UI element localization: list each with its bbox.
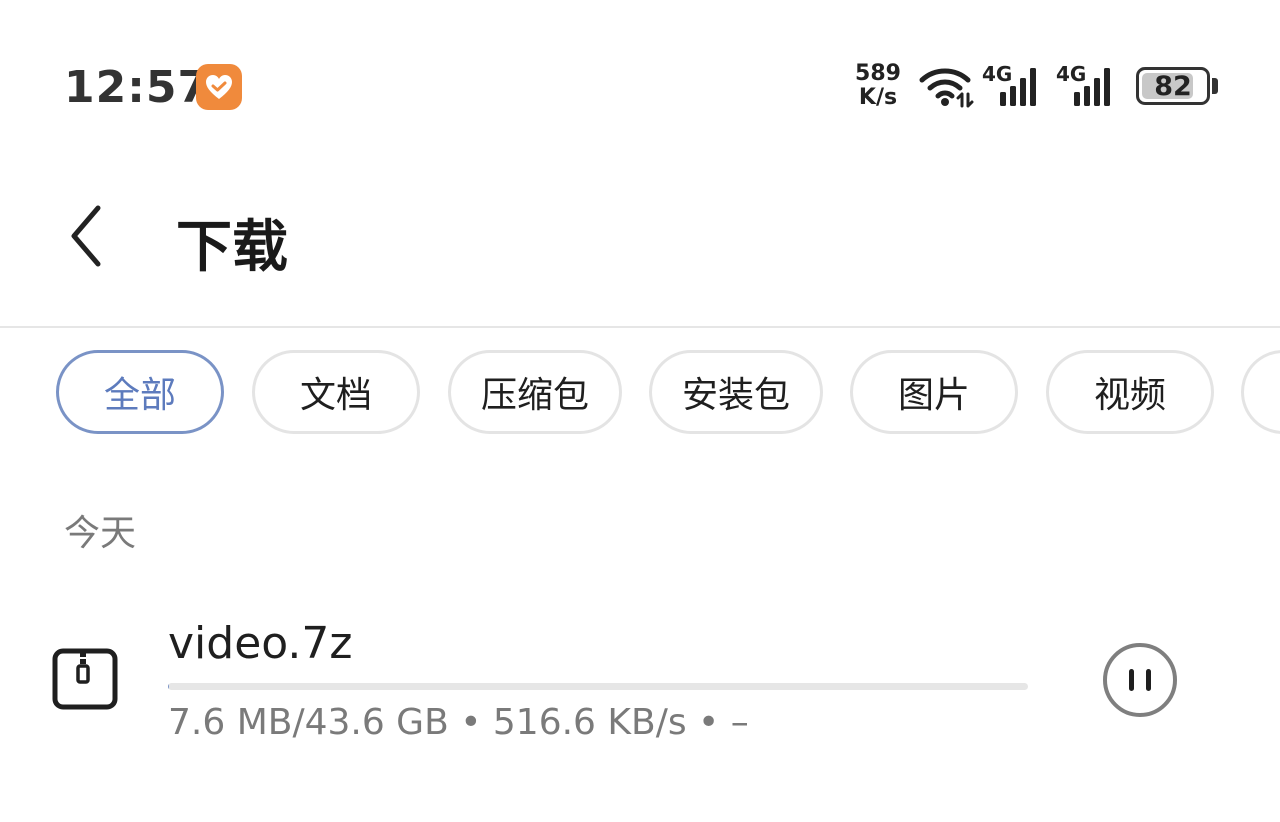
tab-installers[interactable]: 安装包	[649, 350, 823, 434]
section-today-label: 今天	[64, 513, 137, 554]
page-title: 下载	[176, 215, 288, 280]
tab-images[interactable]: 图片	[850, 350, 1018, 434]
file-name: video.7z	[168, 618, 353, 669]
tab-videos[interactable]: 视频	[1046, 350, 1214, 434]
filter-tabs: 全部 文档 压缩包 安装包 图片 视频	[0, 350, 1280, 436]
network-speed: 589 K/s	[852, 62, 904, 110]
tab-archives[interactable]: 压缩包	[448, 350, 622, 434]
pause-button[interactable]	[1102, 642, 1178, 718]
tab-documents[interactable]: 文档	[252, 350, 420, 434]
download-progress-bar	[168, 683, 1028, 690]
download-item[interactable]: video.7z 7.6 MB/43.6 GB • 516.6 KB/s • –	[0, 600, 1280, 770]
sim1-signal-icon: 4G	[982, 62, 1048, 108]
wifi-icon	[918, 64, 976, 112]
status-bar: 12:57 589 K/s 4G 4G 82	[0, 0, 1280, 150]
sim2-signal-icon: 4G	[1056, 62, 1122, 108]
heart-badge-icon	[196, 64, 242, 110]
battery-level: 82	[1154, 70, 1192, 102]
pause-icon	[1103, 643, 1177, 717]
download-meta: 7.6 MB/43.6 GB • 516.6 KB/s • –	[168, 702, 749, 743]
archive-file-icon	[52, 648, 118, 710]
tab-all[interactable]: 全部	[56, 350, 224, 434]
status-time: 12:57	[64, 62, 210, 113]
screen: 12:57 589 K/s 4G 4G 82 下载 全部 文档 压缩包 安装包 …	[0, 0, 1280, 822]
app-header: 下载	[0, 150, 1280, 328]
tab-more[interactable]	[1241, 350, 1280, 434]
network-speed-value: 589	[855, 61, 901, 86]
network-speed-unit: K/s	[858, 85, 898, 110]
battery-icon: 82	[1136, 67, 1210, 105]
back-button[interactable]	[56, 196, 120, 276]
chevron-left-icon	[71, 205, 101, 267]
battery-tip	[1212, 78, 1218, 94]
